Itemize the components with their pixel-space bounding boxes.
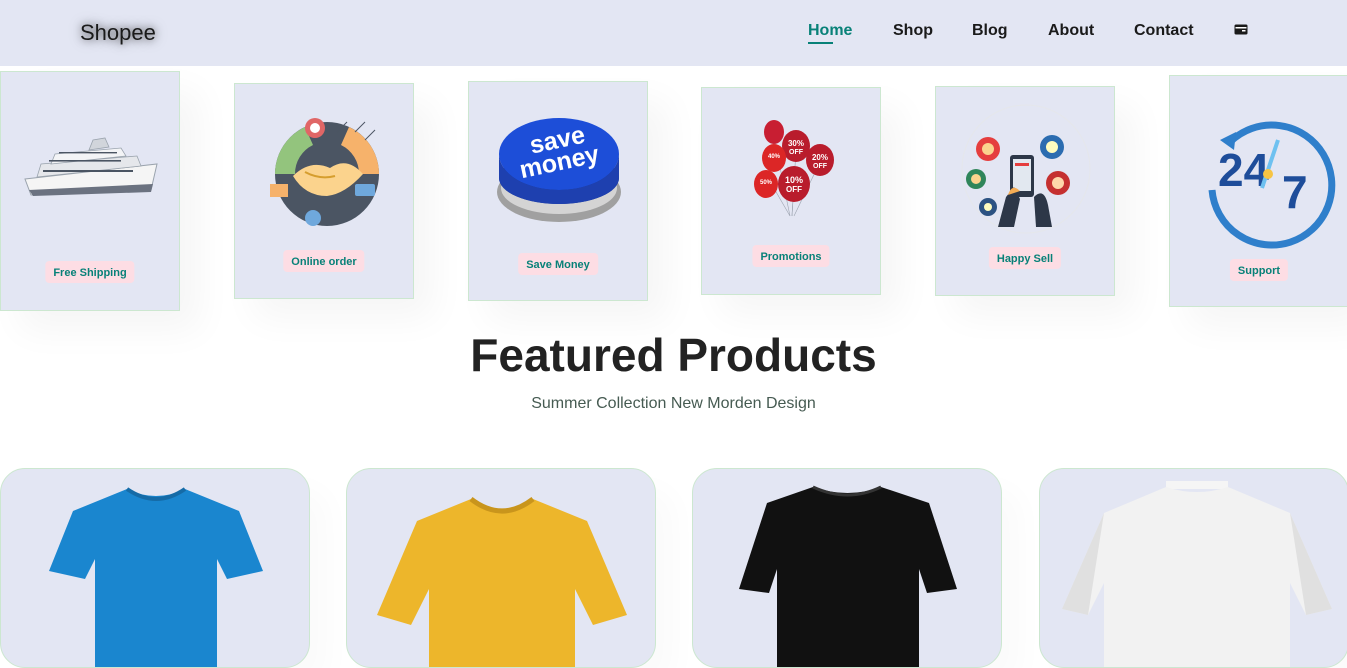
nav-about[interactable]: About [1048,22,1094,40]
feature-label: Support [1229,259,1289,281]
product-card[interactable] [1039,468,1347,668]
feature-online-order: Online order [234,83,414,299]
feature-label: Online order [283,250,365,272]
featured-title: Featured Products [470,329,877,381]
mobile-shopping-image [961,104,1091,234]
save-money-button-image: save money [497,118,621,222]
feature-label: Save Money [518,253,598,275]
discount-balloons-image: 30%OFF 20%OFF 10%OFF 40%50% [754,120,834,217]
svg-text:20%: 20% [812,153,828,162]
svg-text:OFF: OFF [786,185,802,194]
white-tshirt-image [1062,481,1332,667]
24-7-support-image: 24 7 [1208,121,1336,249]
feature-free-shipping: Free Shipping [0,71,180,311]
svg-text:24: 24 [1218,144,1270,196]
feature-label: Free Shipping [45,261,135,283]
nav-active-indicator [808,42,833,44]
feature-support: 24 7 Support [1169,75,1347,307]
svg-text:7: 7 [1282,166,1308,218]
svg-text:OFF: OFF [789,149,804,156]
svg-text:50%: 50% [760,180,773,186]
site-header: Shopee Home Shop Blog About Contact [0,0,1347,66]
product-card[interactable] [346,468,656,668]
nav-blog[interactable]: Blog [972,22,1008,40]
nav-shop[interactable]: Shop [893,22,933,40]
shopping-bag-icon[interactable] [1234,24,1248,35]
svg-text:10%: 10% [785,175,803,185]
nav-home[interactable]: Home [808,22,852,40]
black-tshirt-image [739,485,957,667]
featured-subtitle: Summer Collection New Morden Design [531,395,816,412]
svg-text:OFF: OFF [813,163,828,170]
svg-text:30%: 30% [788,139,804,148]
yellow-tshirt-image [377,496,627,667]
feature-promotions: 30% OFF 20% OFF 10% OFF 40% 50% Promotions [701,87,881,295]
feature-save-money: save money Save Money [468,81,648,301]
nav-contact[interactable]: Contact [1134,22,1194,40]
blue-tshirt-image [49,487,263,667]
feature-happy-sell: Happy Sell [935,86,1115,296]
cruise-ship-image [24,137,158,196]
main-nav: Home Shop Blog About Contact [0,22,1347,46]
feature-label: Promotions [752,245,830,267]
handshake-image [270,118,379,226]
svg-text:40%: 40% [768,154,781,160]
product-card[interactable] [692,468,1002,668]
product-card[interactable] [0,468,310,668]
feature-label: Happy Sell [988,247,1062,269]
